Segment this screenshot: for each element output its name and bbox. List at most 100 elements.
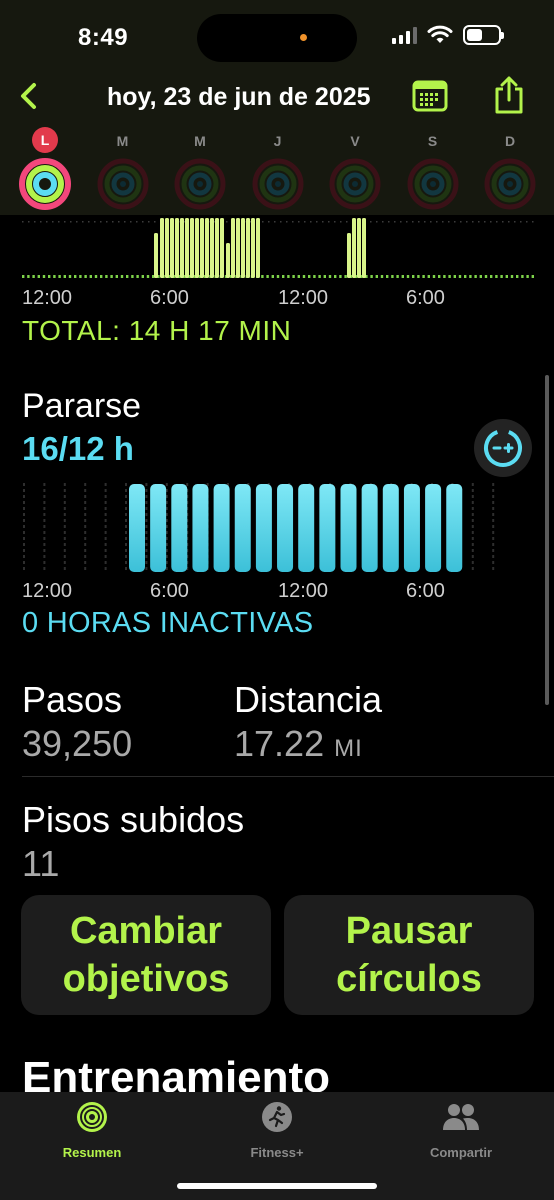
baseline-dot [448,275,451,278]
distance-readout: 17.22 MI [234,723,363,765]
baseline-dot [505,275,508,278]
tab-summary[interactable]: Resumen [0,1092,184,1160]
wifi-icon [427,25,453,43]
adjust-goal-button[interactable] [474,419,532,477]
stand-title: Pararse [22,387,142,425]
baseline-dot [510,275,514,278]
change-goals-button[interactable]: Cambiar objetivos [21,895,271,1015]
guide-dot [526,221,528,223]
week-day[interactable]: D [482,132,538,215]
battery-icon [463,25,504,45]
week-day[interactable]: V [327,132,383,215]
baseline-dot [32,275,35,278]
week-day[interactable]: M [95,132,151,215]
week-day-label: D [504,133,516,149]
guide-dot [70,221,72,223]
stand-hour-bar [298,484,315,572]
baseline-dot [302,275,306,278]
tab-fitness-plus[interactable]: Fitness+ [185,1092,369,1160]
week-day[interactable]: L [17,127,73,215]
floors-value: 11 [22,843,60,884]
guide-dot [22,221,24,223]
guide-dot [478,221,480,223]
baseline-dot [68,275,72,278]
guide-dot [76,221,78,223]
guide-dot [382,221,384,223]
baseline-dot [141,275,144,278]
guide-dot [292,221,294,223]
activity-rings-icon [407,158,458,210]
guide-dot [328,221,330,223]
guide-dot [454,221,456,223]
baseline-dot [42,275,46,278]
guide-dot [262,221,264,223]
guide-dot [418,221,420,223]
share-icon[interactable] [492,75,526,115]
baseline-dot [58,275,61,278]
exercise-bar [175,218,179,278]
pause-rings-button[interactable]: Pausar círculos [284,895,534,1015]
guide-dot [472,221,474,223]
stand-hour-bar [192,484,209,572]
week-day-label: J [273,133,282,149]
baseline-dot [484,275,488,278]
distance-value: 17.22 [234,723,325,764]
floors-label: Pisos subidos [22,799,245,840]
stand-hour-bar [403,484,420,572]
guide-dot [532,221,534,223]
axis-tick: 6:00 [406,580,445,602]
stand-value: 16/12 h [22,430,134,467]
guide-dot [340,221,342,223]
exercise-bar [220,218,224,278]
stand-hour-bar [277,484,294,572]
guide-dot [34,221,36,223]
baseline-dot [313,275,316,278]
runner-icon [262,1102,292,1132]
scroll-indicator[interactable] [545,375,549,705]
stand-hour-bar [382,484,399,572]
guide-dot [130,221,132,223]
stand-hour-bar [213,484,230,572]
baseline-dot [74,275,77,278]
exercise-bar [180,218,184,278]
stand-axis: 12:00 6:00 12:00 6:00 [22,580,452,604]
baseline-dot [105,275,108,278]
baseline-dot [297,275,300,278]
baseline-dot [339,275,342,278]
guide-dot [424,221,426,223]
divider [22,776,554,777]
baseline-dot [458,275,462,278]
baseline-dot [120,275,124,278]
baseline-dot [469,275,472,278]
tab-sharing[interactable]: Compartir [369,1092,553,1160]
axis-tick: 12:00 [22,287,73,309]
inactive-hours: 0 HORAS INACTIVAS [22,607,314,639]
guide-dot [490,221,492,223]
week-day[interactable]: J [250,132,306,215]
guide-dot [448,221,450,223]
guide-dot [520,221,522,223]
guide-dot [316,221,318,223]
baseline-dot [526,275,529,278]
guide-dot [304,221,306,223]
baseline-dot [380,275,384,278]
axis-tick: 12:00 [278,287,329,309]
baseline-dot [334,275,337,278]
guide-dot [64,221,66,223]
calendar-icon[interactable] [412,79,448,113]
baseline-dot [500,275,503,278]
exercise-bar [251,218,255,278]
week-day[interactable]: M [172,132,228,215]
baseline-dot [422,275,425,278]
baseline-dot [412,275,415,278]
date-title: hoy, 23 de jun de 2025 [107,83,371,111]
chevron-left-icon[interactable] [14,81,44,111]
stand-hour-bar [150,484,167,572]
tab-label: Resumen [62,1145,122,1160]
week-day[interactable]: S [405,132,461,215]
activity-rings-icon [484,158,536,210]
baseline-dot [375,275,378,278]
guide-dot [226,221,228,223]
baseline-dot [261,275,264,278]
baseline-dot [115,275,118,278]
